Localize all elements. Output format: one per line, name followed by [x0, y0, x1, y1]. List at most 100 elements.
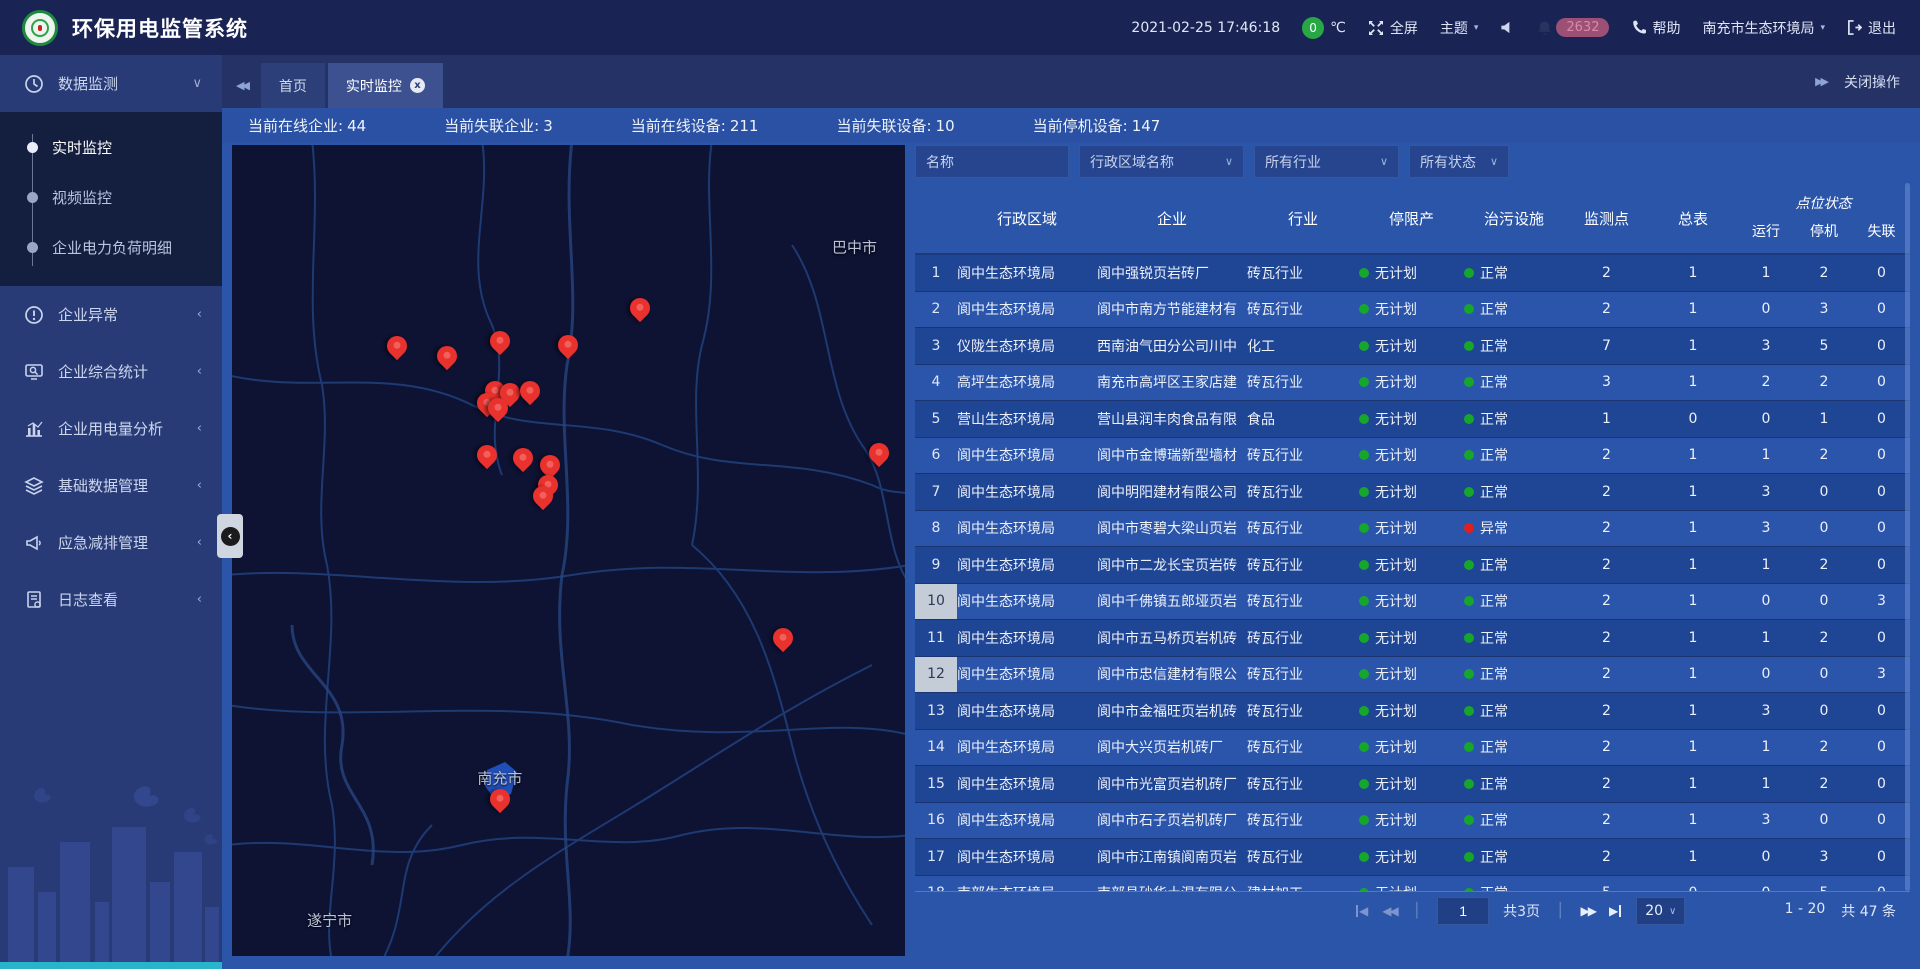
col-stop: 停机 [1795, 221, 1853, 241]
status-dot-icon [1359, 742, 1369, 752]
table-row[interactable]: 1阆中生态环境局阆中强锐页岩砖厂砖瓦行业无计划正常21120 [915, 255, 1910, 292]
col-region: 行政区域 [957, 208, 1097, 229]
table-row[interactable]: 4高坪生态环境局南充市高坪区王家店建砖瓦行业无计划正常31220 [915, 365, 1910, 402]
next-page-button[interactable]: ▶▶ [1581, 904, 1595, 918]
map-collapse-button[interactable]: ‹ [217, 514, 243, 558]
sidebar-item-label: 企业综合统计 [58, 361, 148, 382]
close-operations-button[interactable]: 关闭操作 [1844, 72, 1900, 92]
region-filter-select[interactable]: 行政区域名称∨ [1079, 145, 1244, 178]
cell-run: 3 [1737, 484, 1795, 500]
cell-stop: 0 [1795, 812, 1853, 828]
table-row[interactable]: 5营山生态环境局营山县润丰肉食品有限食品无计划正常10010 [915, 401, 1910, 438]
notifications-button[interactable]: 2632 [1537, 18, 1609, 37]
table-row[interactable]: 9阆中生态环境局阆中市二龙长宝页岩砖砖瓦行业无计划正常21120 [915, 547, 1910, 584]
tab-0[interactable]: 首页 [261, 63, 325, 108]
prev-page-button[interactable]: ◀◀ [1382, 904, 1396, 918]
cell-meters: 1 [1649, 484, 1737, 500]
row-number: 8 [915, 520, 957, 536]
cell-limit-status: 无计划 [1359, 701, 1464, 721]
table-row[interactable]: 3仪陇生态环境局西南油气田分公司川中化工无计划正常71350 [915, 328, 1910, 365]
table-row[interactable]: 7阆中生态环境局阆中明阳建材有限公司砖瓦行业无计划正常21300 [915, 474, 1910, 511]
table-row[interactable]: 18南部生态环境局南部县砂华土混有限公建材加工无计划正常50050 [915, 876, 1910, 892]
sidebar-item-2[interactable]: 企业综合统计 ‹ [0, 343, 222, 400]
cell-lost: 3 [1853, 593, 1910, 609]
cell-industry: 砖瓦行业 [1247, 810, 1359, 830]
industry-filter-select[interactable]: 所有行业∨ [1254, 145, 1399, 178]
theme-menu[interactable]: 主题▾ [1440, 18, 1479, 38]
sidebar-subitem-0[interactable]: 实时监控 [0, 122, 222, 172]
table-row[interactable]: 11阆中生态环境局阆中市五马桥页岩机砖砖瓦行业无计划正常21120 [915, 620, 1910, 657]
status-filter-select[interactable]: 所有状态∨ [1409, 145, 1509, 178]
cell-industry: 砖瓦行业 [1247, 737, 1359, 757]
row-number: 4 [915, 374, 957, 390]
sidebar-item-1[interactable]: 企业异常‹ [0, 286, 222, 343]
tab-close-icon[interactable]: x [410, 78, 425, 93]
sidebar-item-6[interactable]: 日志查看‹ [0, 571, 222, 628]
sidebar-subitem-2[interactable]: 企业电力负荷明细 [0, 222, 222, 272]
temperature-unit: ℃ [1330, 20, 1346, 36]
sidebar-item-5[interactable]: 应急减排管理‹ [0, 514, 222, 571]
logout-button[interactable]: 退出 [1847, 18, 1896, 38]
table-row[interactable]: 12阆中生态环境局阆中市忠信建材有限公砖瓦行业无计划正常21003 [915, 657, 1910, 694]
cell-lost: 3 [1853, 666, 1910, 682]
cell-region: 阆中生态环境局 [957, 518, 1097, 538]
cell-company: 阆中市江南镇阆南页岩 [1097, 847, 1247, 867]
sidebar-item-4[interactable]: 基础数据管理‹ [0, 457, 222, 514]
table-scrollbar[interactable] [1905, 183, 1910, 891]
cell-facility-status: 正常 [1464, 263, 1564, 283]
tab-1[interactable]: 实时监控x [328, 63, 443, 108]
sidebar-subitem-1[interactable]: 视频监控 [0, 172, 222, 222]
fullscreen-button[interactable]: 全屏 [1368, 18, 1418, 38]
last-page-button[interactable]: ▶ [1609, 904, 1622, 918]
cell-stop: 0 [1795, 666, 1853, 682]
temperature-widget: 0 ℃ [1302, 17, 1346, 39]
cell-region: 高坪生态环境局 [957, 372, 1097, 392]
status-dot-icon [1359, 633, 1369, 643]
table-row[interactable]: 14阆中生态环境局阆中大兴页岩机砖厂砖瓦行业无计划正常21120 [915, 730, 1910, 767]
tabs-scroll-right-icon[interactable]: ▶▶ [1815, 75, 1826, 88]
name-filter-input[interactable] [915, 145, 1069, 178]
table-row[interactable]: 16阆中生态环境局阆中市石子页岩机砖厂砖瓦行业无计划正常21300 [915, 803, 1910, 840]
table-row[interactable]: 17阆中生态环境局阆中市江南镇阆南页岩砖瓦行业无计划正常21030 [915, 839, 1910, 876]
table-row[interactable]: 15阆中生态环境局阆中市光富页岩机砖厂砖瓦行业无计划正常21120 [915, 766, 1910, 803]
gauge-icon [22, 74, 46, 94]
table-row[interactable]: 6阆中生态环境局阆中市金博瑞新型墙材砖瓦行业无计划正常21120 [915, 438, 1910, 475]
col-facility: 治污设施 [1464, 208, 1564, 229]
row-number: 13 [915, 703, 957, 719]
cell-facility-status: 正常 [1464, 883, 1564, 891]
stat-item-1: 当前失联企业:3 [444, 115, 553, 136]
cell-meters: 1 [1649, 374, 1737, 390]
page-number-input[interactable] [1437, 897, 1489, 925]
sidebar-item-label: 企业异常 [58, 304, 118, 325]
sidebar-item-label: 数据监测 [58, 73, 118, 94]
tabs-scroll-left-icon[interactable]: ◀◀ [222, 63, 261, 108]
chevron-left-icon: ‹ [197, 364, 202, 379]
logout-icon [1847, 20, 1862, 35]
cell-lost: 0 [1853, 739, 1910, 755]
table-row[interactable]: 2阆中生态环境局阆中市南方节能建材有砖瓦行业无计划正常21030 [915, 292, 1910, 329]
table-row[interactable]: 13阆中生态环境局阆中市金福旺页岩机砖砖瓦行业无计划正常21300 [915, 693, 1910, 730]
cell-stop: 2 [1795, 739, 1853, 755]
mute-button[interactable] [1500, 20, 1515, 35]
sidebar-item-0[interactable]: 数据监测∨ [0, 55, 222, 112]
cell-lost: 0 [1853, 849, 1910, 865]
alert-icon [22, 305, 46, 325]
cell-company: 阆中市二龙长宝页岩砖 [1097, 555, 1247, 575]
bullet-dot-icon [27, 192, 38, 203]
temperature-badge: 0 [1302, 17, 1324, 39]
cell-points: 2 [1564, 447, 1649, 463]
first-page-button[interactable]: ◀ [1355, 904, 1368, 918]
cell-run: 0 [1737, 666, 1795, 682]
cell-region: 阆中生态环境局 [957, 263, 1097, 283]
sidebar-item-3[interactable]: 企业用电量分析‹ [0, 400, 222, 457]
cell-stop: 0 [1795, 593, 1853, 609]
table-row[interactable]: 8阆中生态环境局阆中市枣碧大梁山页岩砖瓦行业无计划异常21300 [915, 511, 1910, 548]
cell-industry: 砖瓦行业 [1247, 847, 1359, 867]
cell-run: 1 [1737, 265, 1795, 281]
map-panel[interactable]: 巴中市南充市遂宁市 [232, 145, 905, 956]
app-title: 环保用电监管系统 [72, 13, 248, 43]
help-button[interactable]: 帮助 [1631, 18, 1680, 38]
table-row[interactable]: 10阆中生态环境局阆中千佛镇五郎垭页岩砖瓦行业无计划正常21003 [915, 584, 1910, 621]
org-menu[interactable]: 南充市生态环境局▾ [1702, 18, 1825, 38]
page-size-select[interactable]: 20∨ [1636, 897, 1685, 925]
